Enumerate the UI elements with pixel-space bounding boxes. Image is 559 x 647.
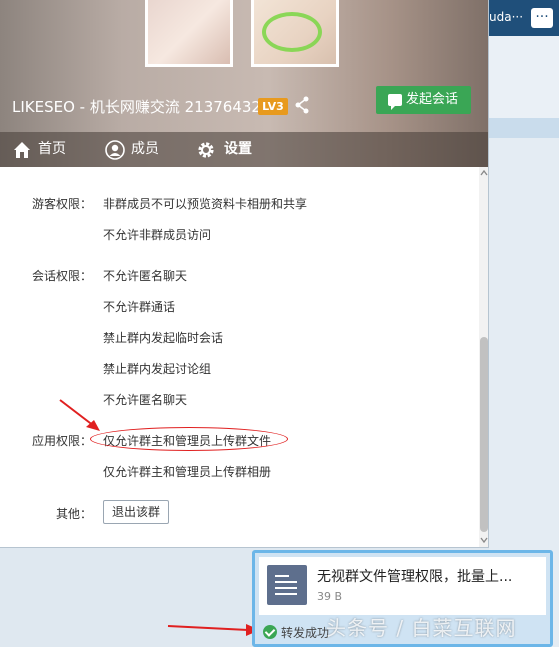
- photo-detail: [262, 12, 322, 52]
- chat-permission-item: 不允许匿名聊天: [103, 393, 188, 407]
- chat-permission-item: 不允许群通话: [103, 300, 176, 314]
- start-chat-label: 发起会话: [406, 92, 459, 107]
- more-button[interactable]: ···: [531, 8, 553, 28]
- tab-bar: 首页 成员 设置: [0, 132, 488, 167]
- background-band-highlight: [489, 118, 559, 138]
- chat-permission-item: 禁止群内发起讨论组: [103, 362, 212, 376]
- file-size: 39 B: [317, 590, 343, 603]
- background-title: uda···: [489, 10, 524, 24]
- annotation-arrow: [59, 399, 100, 431]
- app-permission-item: 仅允许群主和管理员上传群相册: [103, 465, 272, 479]
- tab-home-label: 首页: [38, 141, 66, 157]
- chat-permission-item: 禁止群内发起临时会话: [103, 331, 224, 345]
- chat-permission-item: 不允许匿名聊天: [103, 269, 188, 283]
- group-photo[interactable]: [145, 0, 233, 67]
- share-icon[interactable]: [294, 96, 310, 114]
- success-check-icon: [263, 625, 277, 639]
- user-icon: [105, 140, 125, 160]
- document-icon: [267, 565, 307, 605]
- home-icon: [14, 142, 30, 158]
- group-settings-window: LIKESEO - 机长网赚交流 21376432 LV3 发起会话 首页 成员…: [0, 0, 489, 548]
- scroll-up-icon[interactable]: [480, 169, 488, 177]
- annotation-ellipse: [90, 427, 288, 451]
- chat-bubble-icon: [388, 94, 402, 110]
- group-title: LIKESEO - 机长网赚交流 21376432: [12, 98, 261, 116]
- settings-panel: 游客权限： 非群成员不可以预览资料卡相册和共享 不允许非群成员访问 会话权限： …: [0, 167, 478, 547]
- background-band: [489, 36, 559, 118]
- chat-permission-label: 会话权限：: [32, 269, 93, 283]
- scroll-down-icon[interactable]: [480, 536, 488, 544]
- guest-permission-item: 非群成员不可以预览资料卡相册和共享: [103, 197, 308, 211]
- start-chat-button[interactable]: 发起会话: [376, 86, 471, 114]
- guest-permission-item: 不允许非群成员访问: [103, 228, 212, 242]
- scrollbar-thumb[interactable]: [480, 337, 488, 532]
- file-title: 无视群文件管理权限，批量上...: [317, 569, 513, 585]
- tab-members-label: 成员: [131, 141, 159, 157]
- level-badge: LV3: [258, 98, 288, 115]
- status-text: 转发成功: [281, 626, 330, 640]
- tab-settings-label: 设置: [224, 141, 252, 157]
- watermark: 头条号 / 白菜互联网: [326, 616, 517, 640]
- group-header: LIKESEO - 机长网赚交流 21376432 LV3 发起会话 首页 成员…: [0, 0, 488, 167]
- guest-permission-label: 游客权限：: [32, 197, 93, 211]
- file-card[interactable]: 无视群文件管理权限，批量上... 39 B: [259, 557, 546, 615]
- other-label: 其他：: [56, 507, 93, 521]
- gear-icon: [198, 142, 214, 158]
- exit-group-button[interactable]: 退出该群: [103, 500, 169, 524]
- scrollbar[interactable]: [479, 167, 488, 547]
- annotation-arrow: [167, 624, 260, 636]
